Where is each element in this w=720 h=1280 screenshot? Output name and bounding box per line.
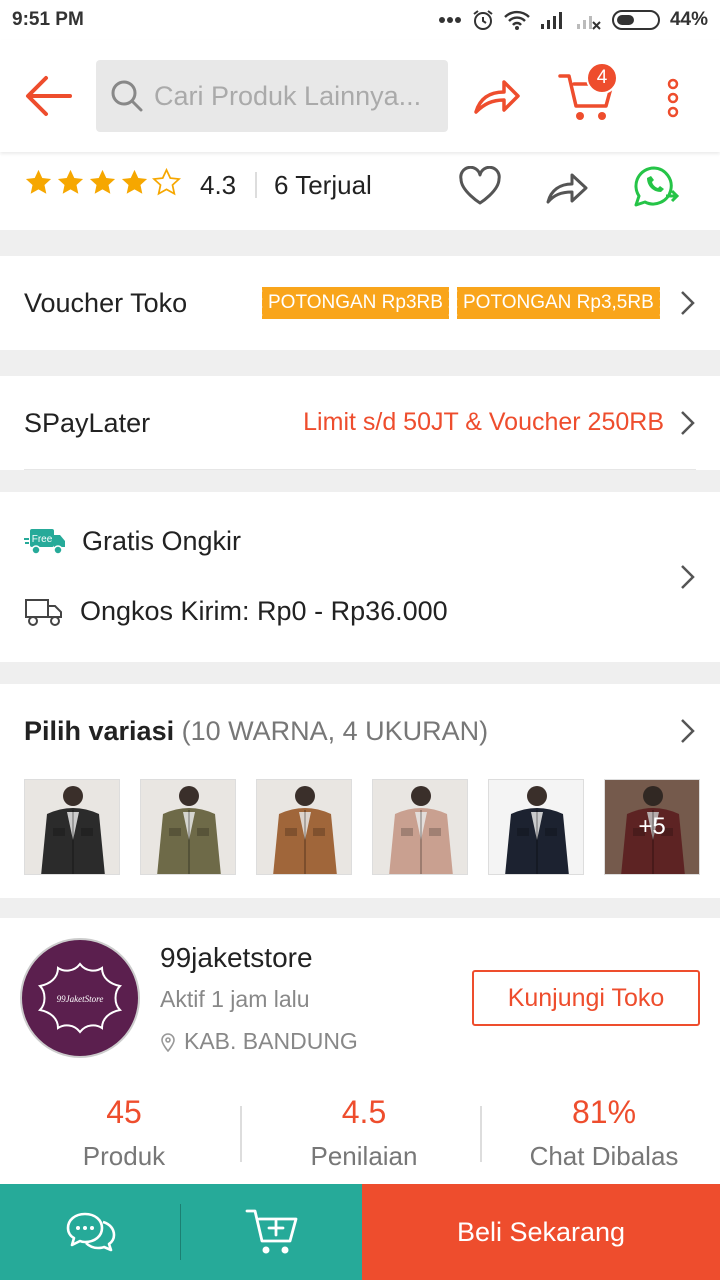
divider	[480, 1106, 482, 1162]
cart-count-badge: 4	[586, 62, 618, 94]
variation-thumbnails: +5	[24, 779, 700, 875]
shop-location: KAB. BANDUNG	[160, 1028, 358, 1055]
shop-logo-text: 99JaketStore	[57, 994, 104, 1004]
variation-thumbnail[interactable]: +5	[604, 779, 700, 875]
buy-now-button[interactable]: Beli Sekarang	[362, 1184, 720, 1280]
free-shipping-truck-icon: Free	[24, 528, 65, 555]
search-input[interactable]: Cari Produk Lainnya...	[96, 60, 448, 132]
star-filled-icon	[25, 169, 52, 194]
chevron-right-icon	[681, 565, 695, 589]
rating-value: 4.3	[200, 170, 237, 200]
variation-thumbnail[interactable]	[24, 779, 120, 875]
alarm-icon	[473, 10, 493, 30]
search-icon	[111, 80, 143, 112]
shop-logo[interactable]: 99JaketStore	[20, 938, 140, 1058]
battery-icon	[611, 10, 660, 30]
variation-thumbnail[interactable]	[488, 779, 584, 875]
status-bar: 9:51 PM 44%	[0, 0, 720, 40]
shop-stat-products: 45 Produk	[4, 1094, 244, 1172]
chat-icon	[66, 1212, 115, 1252]
variation-thumbnail[interactable]	[372, 779, 468, 875]
signal-2-icon	[576, 16, 601, 30]
variation-count: (10 WARNA, 4 UKURAN)	[181, 716, 489, 746]
free-shipping-line: Free Gratis Ongkir	[24, 526, 241, 557]
wifi-icon	[504, 10, 530, 30]
paylater-promo: Limit s/d 50JT & Voucher 250RB	[303, 408, 664, 436]
battery-text: 44%	[669, 9, 708, 30]
stat-label: Produk	[82, 1141, 166, 1171]
divider	[180, 1204, 181, 1260]
top-header: Cari Produk Lainnya... 4	[0, 40, 720, 152]
bottom-action-bar: Beli Sekarang	[0, 1184, 720, 1280]
star-filled-icon	[121, 169, 148, 194]
stat-label: Chat Dibalas	[529, 1141, 679, 1171]
voucher-tag: POTONGAN Rp3RB	[260, 287, 449, 319]
chevron-right-icon	[681, 411, 695, 435]
share-icon[interactable]	[470, 72, 522, 120]
stat-value: 81%	[571, 1094, 637, 1130]
more-dots-icon	[438, 17, 461, 23]
variation-thumbnail[interactable]	[256, 779, 352, 875]
truck-icon	[25, 598, 62, 626]
jacket-photo	[505, 786, 569, 874]
shop-section: 99JaketStore 99jaketstore Aktif 1 jam la…	[0, 918, 720, 1184]
chat-button[interactable]	[0, 1184, 181, 1280]
status-time: 9:51 PM	[12, 9, 84, 30]
voucher-tag: POTONGAN Rp3,5RB	[455, 287, 660, 319]
stat-label: Penilaian	[310, 1141, 418, 1171]
location-pin-icon	[161, 1032, 175, 1052]
star-empty-icon	[152, 168, 181, 196]
back-arrow-icon[interactable]	[22, 72, 74, 120]
add-to-cart-icon	[245, 1209, 297, 1254]
jacket-photo	[389, 786, 453, 874]
rating-stars	[24, 168, 181, 197]
add-to-cart-button[interactable]	[181, 1184, 362, 1280]
shop-stat-rating: 4.5 Penilaian	[244, 1094, 484, 1172]
shipping-cost-line: Ongkos Kirim: Rp0 - Rp36.000	[24, 596, 448, 627]
search-placeholder: Cari Produk Lainnya...	[154, 80, 422, 111]
jacket-photo	[157, 786, 221, 874]
jacket-photo	[41, 786, 105, 874]
stat-value: 4.5	[341, 1094, 387, 1130]
shop-location-text: KAB. BANDUNG	[184, 1028, 358, 1054]
stat-value: 45	[106, 1094, 142, 1130]
signal-icon	[540, 12, 562, 29]
star-filled-icon	[89, 169, 116, 194]
star-filled-icon	[57, 169, 84, 194]
rating-row: 4.3 6 Terjual	[0, 152, 720, 230]
shop-stat-chat: 81% Chat Dibalas	[484, 1094, 720, 1172]
paylater-row[interactable]: SPayLater Limit s/d 50JT & Voucher 250RB	[0, 376, 720, 470]
shop-logo-emblem: 99JaketStore	[37, 962, 123, 1034]
free-badge-text: Free	[32, 534, 53, 545]
paylater-label: SPayLater	[24, 408, 151, 438]
divider	[24, 469, 696, 470]
variation-thumbnail[interactable]	[140, 779, 236, 875]
share-icon[interactable]	[544, 166, 590, 206]
sold-count: 6 Terjual	[274, 170, 372, 200]
voucher-row[interactable]: Voucher Toko POTONGAN Rp3RB POTONGAN Rp3…	[0, 256, 720, 350]
whatsapp-share-icon[interactable]	[632, 164, 682, 210]
status-icons: 44%	[438, 9, 708, 31]
chevron-right-icon	[681, 719, 695, 743]
variation-label: Pilih variasi	[24, 716, 175, 746]
free-shipping-label: Gratis Ongkir	[82, 526, 242, 556]
shipping-cost-label: Ongkos Kirim: Rp0 - Rp36.000	[80, 596, 448, 626]
visit-shop-button[interactable]: Kunjungi Toko	[472, 970, 700, 1026]
more-variations-count: +5	[605, 780, 699, 874]
shop-active-status: Aktif 1 jam lalu	[160, 986, 310, 1012]
jacket-photo	[273, 786, 337, 874]
divider	[240, 1106, 242, 1162]
heart-icon[interactable]	[458, 166, 502, 206]
chevron-right-icon	[681, 291, 695, 315]
shop-name[interactable]: 99jaketstore	[160, 942, 313, 974]
variation-title: Pilih variasi (10 WARNA, 4 UKURAN)	[24, 716, 488, 747]
more-vertical-icon[interactable]	[660, 76, 686, 120]
shipping-row[interactable]: Free Gratis Ongkir Ongkos Kirim: Rp0 - R…	[0, 492, 720, 662]
variation-section[interactable]: Pilih variasi (10 WARNA, 4 UKURAN) +5	[0, 684, 720, 898]
divider	[255, 172, 257, 198]
voucher-label: Voucher Toko	[24, 288, 188, 318]
